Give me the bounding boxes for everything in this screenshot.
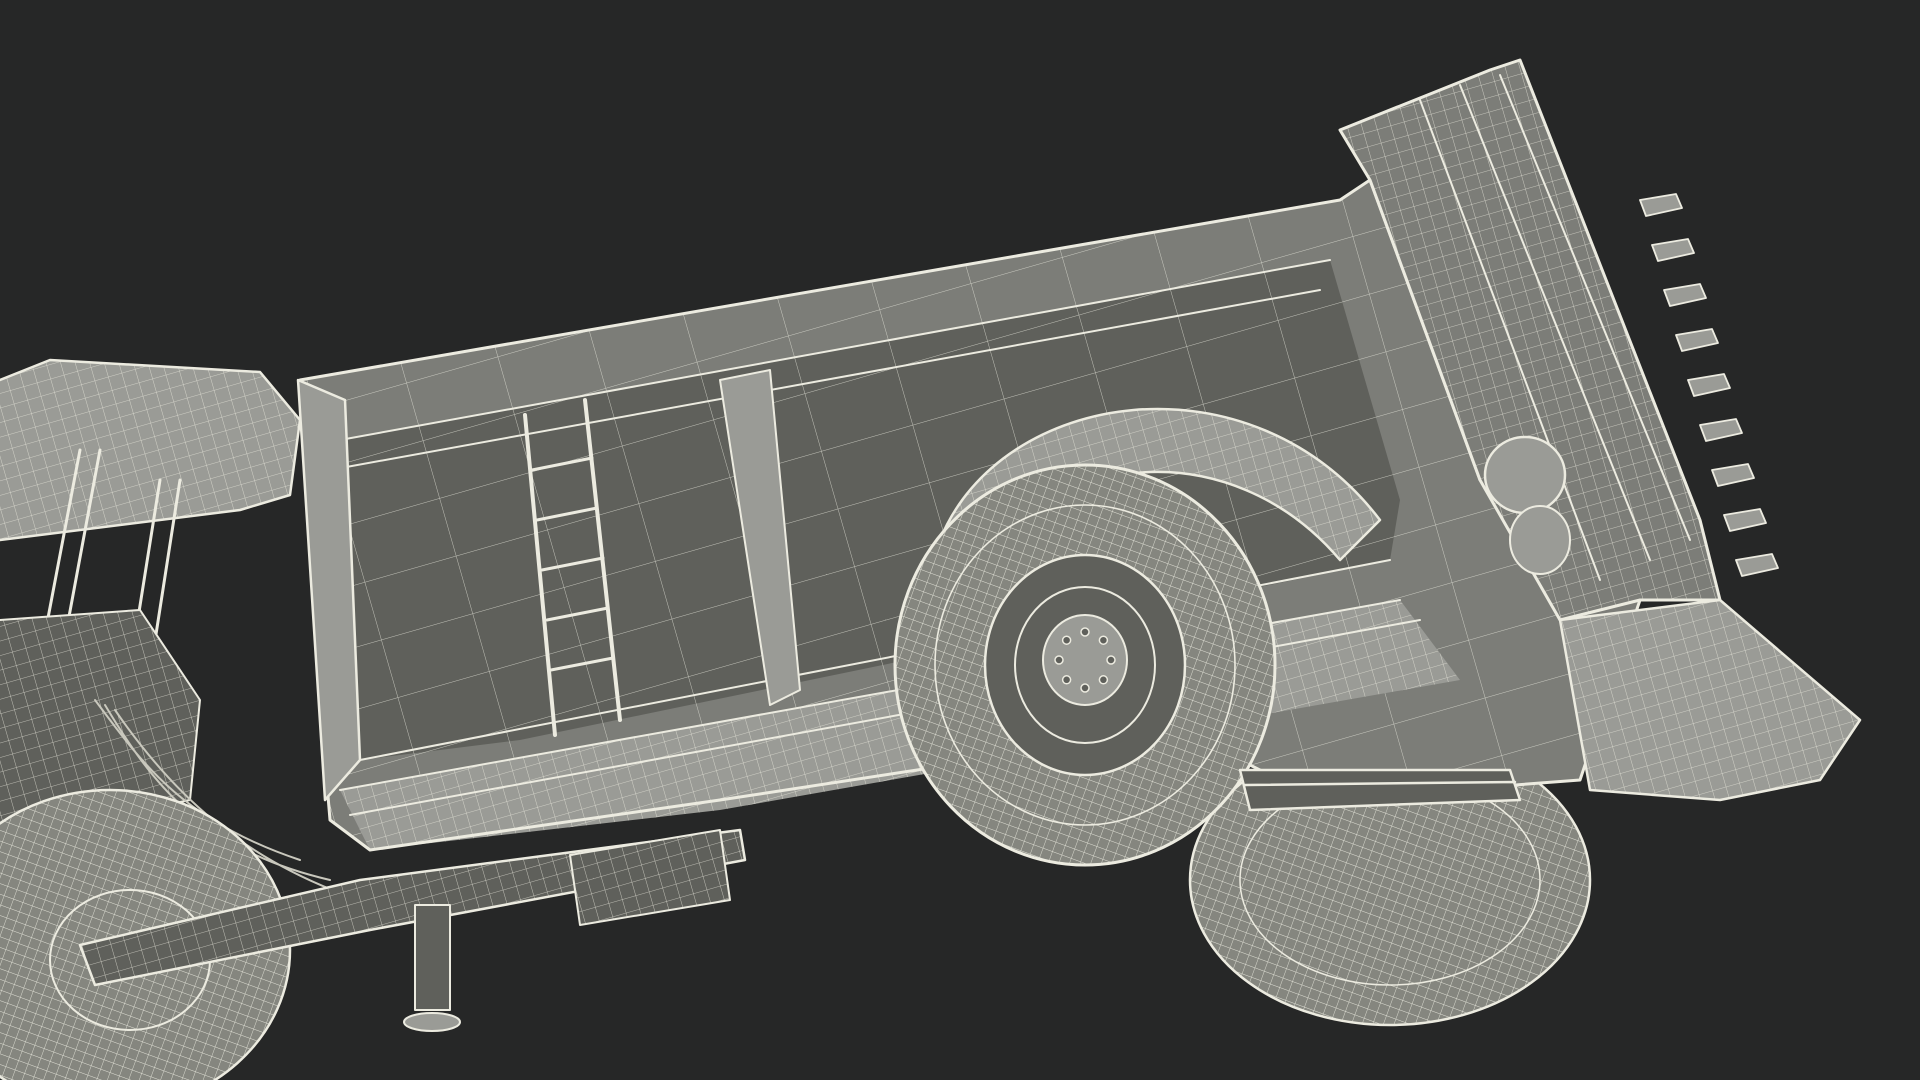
lug-nut (1061, 635, 1072, 645)
lug-nut (1061, 675, 1072, 685)
front-wheel (893, 463, 1277, 867)
render-viewport (0, 0, 1920, 1080)
lug-nut (1080, 683, 1090, 693)
lug-nut (1080, 627, 1090, 637)
wireframe-scene (0, 0, 1920, 1080)
lug-nut (1098, 635, 1109, 645)
lug-nut (1054, 655, 1064, 665)
lug-nut (1098, 675, 1109, 685)
lug-nut (1106, 655, 1116, 665)
